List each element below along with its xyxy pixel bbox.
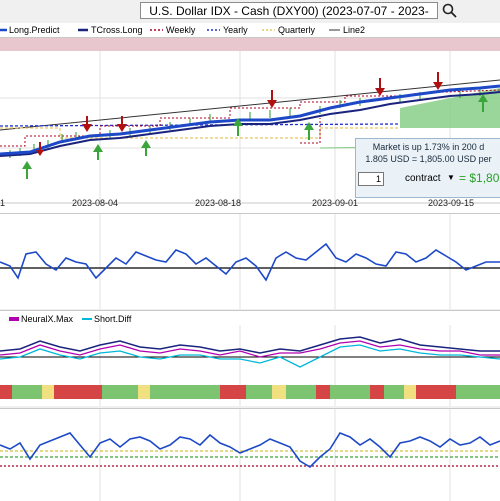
search-icon: [442, 3, 457, 18]
legend-yearly[interactable]: Yearly: [223, 25, 248, 35]
x-tick-label: 2023-08-04: [72, 198, 119, 208]
momentum-chart: [0, 409, 500, 501]
symbol-title-field[interactable]: U.S. Dollar IDX - Cash (DXY00) (2023-07-…: [140, 2, 438, 35]
neural-chart: [0, 317, 500, 406]
legend-neuralx-max[interactable]: NeuralX.Max: [21, 314, 73, 324]
legend-line2[interactable]: Line2: [343, 25, 365, 35]
x-tick-label: 1: [0, 198, 6, 208]
x-tick-label: 2023-08-18: [195, 198, 242, 208]
legend-short-diff[interactable]: Short.Diff: [94, 314, 131, 324]
neural-panel[interactable]: [0, 310, 500, 406]
legend-weekly[interactable]: Weekly: [166, 25, 195, 35]
legend-tcross-long[interactable]: TCross.Long: [91, 25, 143, 35]
contract-select-label[interactable]: contract: [405, 173, 441, 184]
legend-quarterly[interactable]: Quarterly: [278, 25, 315, 35]
chevron-down-icon[interactable]: ▼: [447, 173, 455, 182]
value-per-contract-text: 1.805 USD = 1,805.00 USD per: [365, 154, 492, 164]
legend-swatches: [0, 28, 340, 32]
x-tick-label: 2023-09-15: [428, 198, 475, 208]
oscillator-chart: [0, 214, 500, 309]
momentum-panel[interactable]: [0, 408, 500, 501]
x-tick-label: 2023-09-01: [312, 198, 359, 208]
oscillator-panel[interactable]: [0, 213, 500, 309]
result-value: = $1,805: [459, 171, 500, 185]
legend-long-predict[interactable]: Long.Predict: [9, 25, 60, 35]
indicator-legend: Long.Predict TCross.Long Weekly Yearly Q…: [0, 23, 500, 37]
quantity-field[interactable]: 1: [358, 172, 384, 186]
market-change-text: Market is up 1.73% in 200 d: [372, 142, 485, 152]
search-button[interactable]: [441, 2, 458, 19]
trade-info-panel: Market is up 1.73% in 200 d 1.805 USD = …: [355, 138, 500, 198]
